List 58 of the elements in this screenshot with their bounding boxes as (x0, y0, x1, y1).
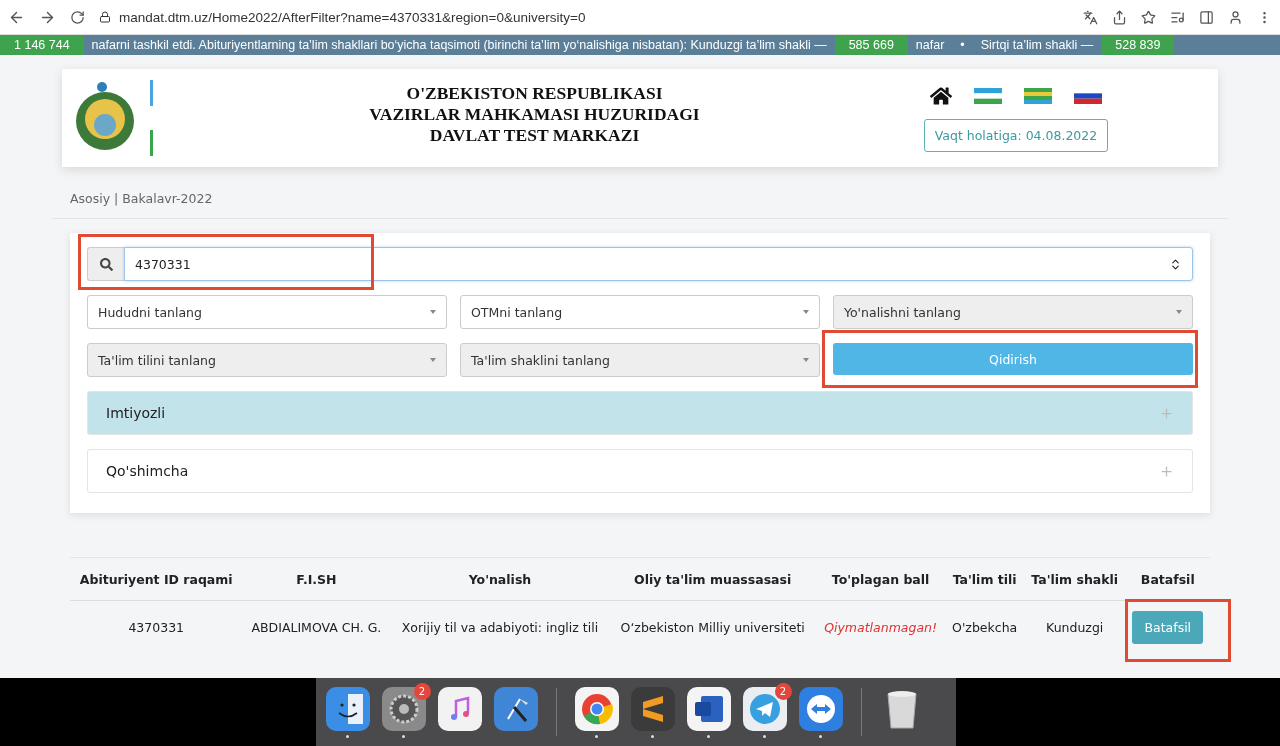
spinner-icon[interactable] (1169, 257, 1182, 271)
profile-icon[interactable] (1228, 9, 1243, 25)
app-icon[interactable] (437, 686, 482, 731)
media-icon[interactable] (1170, 9, 1185, 25)
table-cell: Xorijiy til va adabiyoti: ingliz tili (401, 620, 599, 635)
app-icon[interactable] (381, 686, 426, 731)
app-icon[interactable] (686, 686, 731, 731)
breadcrumb: Asosiy | Bakalavr-2022 (52, 167, 1228, 219)
plus-icon (1159, 463, 1174, 479)
app-icon[interactable] (742, 686, 787, 731)
plus-icon (1159, 405, 1174, 421)
address-field[interactable]: mandat.dtm.uz/Home2022/AfterFilter?name=4370331&region=0&university=0 (119, 9, 586, 25)
table-cell: O‘zbekiston Milliy universiteti (620, 620, 805, 635)
table-cell: Kunduzgi (1046, 620, 1104, 635)
table-cell: ABDIALIMOVA CH. G. (251, 620, 382, 635)
column-header: Ta'lim tili (945, 559, 1024, 601)
organization-title: O'ZBEKISTON RESPUBLIKASI VAZIRLAR MAHKAMASI HUZURIDAGI DAVLAT TEST MARKAZI (368, 82, 701, 146)
ticker-text: nafarni tashkil etdi. Abituriyentlarning ta’lim shakllari bo‘yicha taqsimoti (birinchi ta’lim yo‘nalishiga nisbatan): Kunduzgi ta’lim shakli — (90, 37, 828, 54)
home-icon[interactable] (930, 84, 952, 107)
ticker-number: 528 839 (1101, 35, 1175, 55)
column-header: Abituriyent ID raqami (70, 559, 243, 601)
column-header: To'plagan ball (815, 559, 946, 601)
app-icon[interactable] (574, 686, 619, 731)
column-header: Ta'lim shakli (1023, 559, 1126, 601)
reload-icon[interactable] (70, 9, 85, 25)
ticker-number: 1 146 744 (0, 35, 84, 55)
side-panel-icon[interactable] (1199, 9, 1214, 25)
ticker-text: Sirtqi ta’lim shakli — (979, 37, 1095, 54)
translate-icon[interactable] (1083, 9, 1098, 25)
app-icon[interactable] (325, 686, 370, 731)
notification-badge: 2 (774, 682, 792, 700)
app-icon[interactable] (798, 686, 843, 731)
accordion-header[interactable]: Imtiyozli (87, 391, 1193, 435)
app-icon[interactable] (630, 686, 675, 731)
lock-icon (99, 11, 111, 23)
column-header: F.I.SH (242, 559, 391, 601)
ticker-text: • (959, 37, 966, 54)
dropdown[interactable]: OTMni tanlang (460, 295, 820, 329)
column-header: Oliy ta'lim muassasasi (609, 559, 816, 601)
accordion-header[interactable]: Qo'shimcha (87, 449, 1193, 493)
table-cell: 4370331 (128, 620, 185, 635)
column-header: Batafsil (1125, 559, 1210, 601)
table-cell: O'zbekcha (952, 620, 1018, 635)
notification-badge: 2 (413, 682, 431, 700)
flag-stripe (150, 80, 153, 106)
ticker-text: nafar (914, 37, 946, 54)
flag-icon[interactable] (974, 87, 1002, 104)
flag-icon[interactable] (1024, 87, 1052, 104)
star-icon[interactable] (1141, 9, 1156, 25)
flag-stripe (150, 130, 153, 156)
share-icon[interactable] (1112, 9, 1127, 25)
column-header: Yo'nalish (390, 559, 610, 601)
search-field[interactable]: 4370331 (124, 247, 1193, 281)
dropdown[interactable]: Hududni tanlang (87, 295, 447, 329)
app-icon[interactable] (493, 686, 538, 731)
ticker-number: 585 669 (834, 35, 908, 55)
status-text: Qiymatlanmagan! (824, 620, 937, 635)
search-icon (87, 247, 124, 281)
